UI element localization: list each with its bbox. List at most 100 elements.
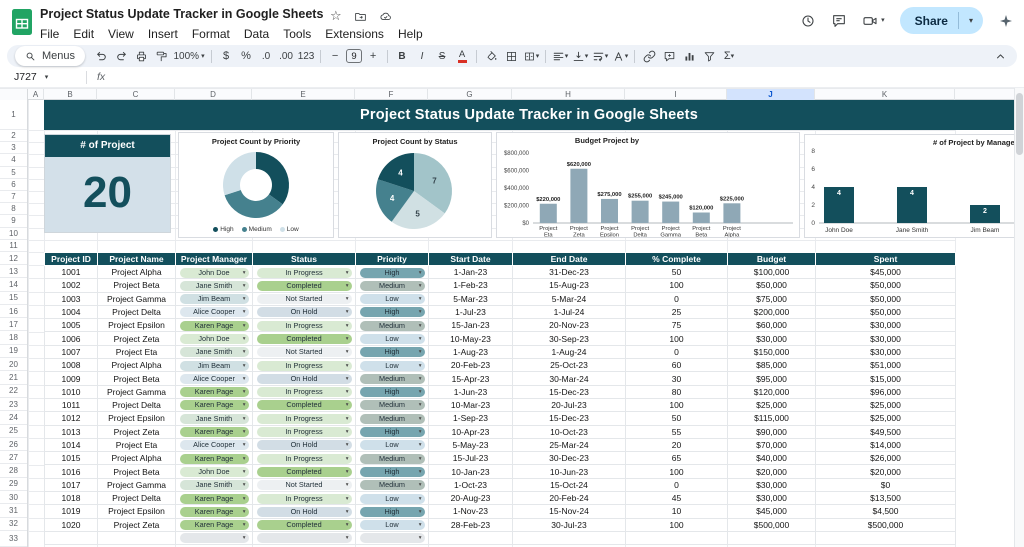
borders-button[interactable] <box>502 47 520 65</box>
cell[interactable] <box>626 531 728 544</box>
cell[interactable]: 5-May-23 <box>429 438 513 451</box>
priority-chip[interactable]: High <box>360 467 425 477</box>
cell[interactable]: $20,000 <box>816 465 956 478</box>
cell[interactable]: $85,000 <box>728 359 816 372</box>
cell[interactable]: 30-Sep-23 <box>513 332 626 345</box>
share-button[interactable]: Share ▾ <box>900 7 983 34</box>
manager-chip[interactable]: Karen Page <box>180 427 249 437</box>
priority-chip[interactable]: High <box>360 347 425 357</box>
cell[interactable]: Project Epsilon <box>98 505 176 518</box>
cell[interactable]: Project Zeta <box>98 332 176 345</box>
cell[interactable]: Project Delta <box>98 398 176 411</box>
menu-extensions[interactable]: Extensions <box>318 26 391 42</box>
column-header-I[interactable]: I <box>625 89 727 100</box>
priority-chip[interactable]: Low <box>360 494 425 504</box>
cell[interactable]: $13,500 <box>816 492 956 505</box>
status-chip[interactable]: On Hold <box>257 440 352 450</box>
empty-chip[interactable] <box>257 533 352 543</box>
status-cell[interactable]: On Hold <box>253 505 356 518</box>
select-all-corner[interactable] <box>0 89 28 100</box>
more-formats-button[interactable]: 123 <box>297 47 315 65</box>
format-percent-button[interactable]: % <box>237 47 255 65</box>
cell[interactable]: $115,000 <box>728 412 816 425</box>
priority-chip[interactable]: High <box>360 307 425 317</box>
redo-button[interactable] <box>112 47 130 65</box>
manager-chip[interactable]: Alice Cooper <box>180 440 249 450</box>
priority-cell[interactable]: Low <box>356 518 429 531</box>
priority-cell[interactable]: Medium <box>356 398 429 411</box>
row-header-11[interactable]: 11 <box>0 240 27 252</box>
column-header-E[interactable]: E <box>252 89 355 100</box>
row-header-15[interactable]: 15 <box>0 292 27 305</box>
menu-help[interactable]: Help <box>391 26 430 42</box>
cell[interactable]: 10-Oct-23 <box>513 425 626 438</box>
document-title[interactable]: Project Status Update Tracker in Google … <box>40 7 323 21</box>
column-header-B[interactable]: B <box>44 89 97 100</box>
cell[interactable]: Project Eta <box>98 345 176 358</box>
row-header-8[interactable]: 8 <box>0 203 27 215</box>
priority-cell[interactable]: High <box>356 505 429 518</box>
manager-chip[interactable]: Karen Page <box>180 494 249 504</box>
priority-cell[interactable]: Medium <box>356 478 429 491</box>
status-cell[interactable]: In Progress <box>253 425 356 438</box>
cell[interactable]: 1-Jun-23 <box>429 385 513 398</box>
cell[interactable]: $0 <box>816 478 956 491</box>
cell[interactable]: $49,500 <box>816 425 956 438</box>
comments-icon[interactable] <box>831 13 847 29</box>
cell[interactable]: Project Alpha <box>98 452 176 465</box>
status-cell[interactable]: Not Started <box>253 345 356 358</box>
cell[interactable]: 75 <box>626 319 728 332</box>
status-cell[interactable]: Completed <box>253 332 356 345</box>
cell[interactable]: $90,000 <box>728 425 816 438</box>
cell[interactable]: $51,000 <box>816 359 956 372</box>
cell[interactable]: 1015 <box>45 452 98 465</box>
manager-chip[interactable]: Jim Beam <box>180 294 249 304</box>
functions-button[interactable]: Σ▾ <box>720 47 738 65</box>
cell[interactable]: 10-Mar-23 <box>429 398 513 411</box>
menus-search-button[interactable]: Menus <box>15 46 85 66</box>
cell[interactable]: 1004 <box>45 305 98 318</box>
manager-chip[interactable]: Karen Page <box>180 387 249 397</box>
manager-cell[interactable]: Karen Page <box>176 385 253 398</box>
manager-chart-card[interactable]: # of Project by Manager 864204John Doe4J… <box>804 134 1024 238</box>
manager-cell[interactable]: Karen Page <box>176 505 253 518</box>
cell[interactable]: 25-Mar-24 <box>513 438 626 451</box>
horizontal-align-button[interactable]: ▾ <box>551 47 569 65</box>
cell[interactable]: Project Zeta <box>98 425 176 438</box>
increase-decimal-button[interactable]: .00 <box>277 47 295 65</box>
column-header-G[interactable]: G <box>428 89 512 100</box>
text-wrap-button[interactable]: ▾ <box>591 47 609 65</box>
status-cell[interactable]: On Hold <box>253 372 356 385</box>
manager-chip[interactable]: John Doe <box>180 467 249 477</box>
status-chip[interactable]: Not Started <box>257 480 352 490</box>
cell[interactable] <box>253 531 356 544</box>
cell[interactable]: 30 <box>626 372 728 385</box>
cell[interactable]: 1020 <box>45 518 98 531</box>
cell[interactable]: 15-Apr-23 <box>429 372 513 385</box>
cell[interactable]: 0 <box>626 292 728 305</box>
cell[interactable] <box>429 531 513 544</box>
empty-chip[interactable] <box>180 533 249 543</box>
column-header-F[interactable]: F <box>355 89 428 100</box>
status-cell[interactable]: Not Started <box>253 292 356 305</box>
italic-button[interactable]: I <box>413 47 431 65</box>
priority-chip[interactable]: High <box>360 268 425 278</box>
cell[interactable]: 15-Jan-23 <box>429 319 513 332</box>
manager-chip[interactable]: Jane Smith <box>180 347 249 357</box>
cell[interactable]: $500,000 <box>728 518 816 531</box>
row-header-13[interactable]: 13 <box>0 265 27 278</box>
row-header-32[interactable]: 32 <box>0 518 27 531</box>
status-chip[interactable]: Not Started <box>257 347 352 357</box>
cell[interactable]: 65 <box>626 452 728 465</box>
table-header-project-manager[interactable]: Project Manager <box>176 253 253 266</box>
cell[interactable]: 1-Aug-24 <box>513 345 626 358</box>
scrollbar-thumb[interactable] <box>1016 93 1023 155</box>
vertical-scrollbar[interactable] <box>1014 88 1024 547</box>
cell[interactable] <box>45 531 98 544</box>
cell[interactable]: 100 <box>626 398 728 411</box>
cell[interactable]: 30-Mar-24 <box>513 372 626 385</box>
priority-cell[interactable]: Low <box>356 332 429 345</box>
row-header-2[interactable]: 2 <box>0 130 27 142</box>
cell[interactable] <box>356 531 429 544</box>
merge-cells-button[interactable]: ▾ <box>522 47 540 65</box>
